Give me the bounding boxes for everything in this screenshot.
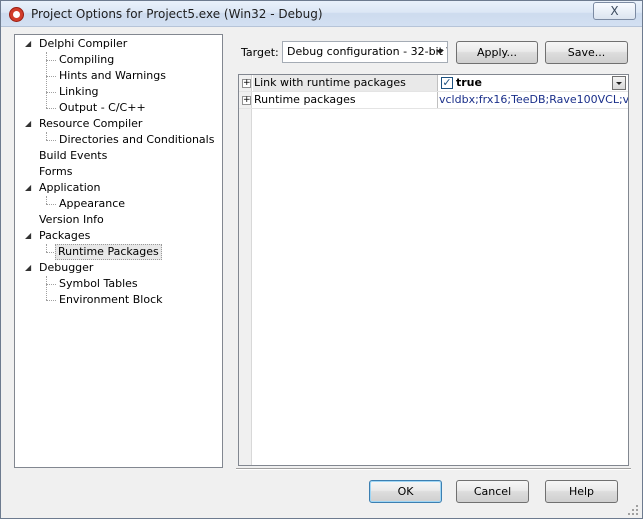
tree-connector (46, 300, 56, 301)
tree-item-output-c-cpp[interactable]: Output - C/C++ (57, 100, 148, 116)
expanded-triangle-icon[interactable]: ◢ (25, 40, 33, 48)
chevron-down-icon (616, 82, 622, 85)
target-select-value: Debug configuration - 32-bit \ (287, 45, 448, 58)
column-divider[interactable] (437, 75, 438, 91)
property-name: Runtime packages (254, 93, 356, 106)
tree-item-packages[interactable]: Packages (37, 228, 92, 244)
tree-item-hints-and-warnings[interactable]: Hints and Warnings (57, 68, 168, 84)
tree-item-appearance[interactable]: Appearance (57, 196, 127, 212)
resize-grip[interactable] (628, 505, 640, 517)
tree-item-directories-and-conditionals[interactable]: Directories and Conditionals (57, 132, 216, 148)
tree-item-runtime-packages[interactable]: Runtime Packages (55, 244, 162, 260)
help-button[interactable]: Help (545, 480, 618, 503)
tree-connector (46, 132, 47, 140)
tree-connector (46, 140, 56, 141)
target-label: Target: (241, 46, 279, 59)
checkmark-icon[interactable]: ✓ (441, 77, 453, 89)
expanded-triangle-icon[interactable]: ◢ (25, 232, 33, 240)
property-row-link-with-runtime-packages[interactable]: + Link with runtime packages ✓ true (239, 75, 628, 91)
property-row-runtime-packages[interactable]: + Runtime packages vcldbx;frx16;TeeDB;Ra… (239, 92, 628, 108)
tree-connector (46, 276, 47, 300)
tree-item-resource-compiler[interactable]: Resource Compiler (37, 116, 144, 132)
property-value[interactable]: vcldbx;frx16;TeeDB;Rave100VCL;vclib (439, 92, 628, 108)
property-name: Link with runtime packages (253, 75, 437, 91)
tree-item-symbol-tables[interactable]: Symbol Tables (57, 276, 140, 292)
tree-item-application[interactable]: Application (37, 180, 102, 196)
ok-button[interactable]: OK (369, 480, 442, 503)
tree-connector (46, 196, 47, 204)
plus-box-icon[interactable]: + (242, 96, 251, 105)
expanded-triangle-icon[interactable]: ◢ (25, 120, 33, 128)
tree-item-linking[interactable]: Linking (57, 84, 101, 100)
close-button[interactable]: X (593, 2, 636, 20)
property-value: true (456, 76, 482, 89)
chevron-down-icon[interactable] (436, 50, 444, 54)
window-title: Project Options for Project5.exe (Win32 … (31, 7, 323, 21)
tree-connector (46, 92, 56, 93)
tree-connector (46, 244, 47, 252)
project-options-dialog: Project Options for Project5.exe (Win32 … (0, 0, 643, 519)
apply-button[interactable]: Apply... (456, 41, 538, 64)
cancel-button[interactable]: Cancel (456, 480, 529, 503)
tree-item-forms[interactable]: Forms (37, 164, 74, 180)
footer-separator (236, 468, 631, 470)
tree-connector (46, 284, 56, 285)
delphi-app-icon (9, 7, 24, 22)
options-tree[interactable]: ◢ ◢ ◢ ◢ ◢ Delphi Compiler Compiling Hint… (14, 34, 223, 468)
tree-item-environment-block[interactable]: Environment Block (57, 292, 165, 308)
tree-item-compiling[interactable]: Compiling (57, 52, 116, 68)
tree-item-build-events[interactable]: Build Events (37, 148, 109, 164)
value-dropdown-button[interactable] (612, 76, 626, 90)
tree-connector (46, 60, 56, 61)
plus-box-icon[interactable]: + (242, 79, 251, 88)
grid-gutter (239, 75, 252, 465)
property-grid[interactable]: + Link with runtime packages ✓ true + Ru… (238, 74, 629, 466)
title-bar[interactable]: Project Options for Project5.exe (Win32 … (1, 1, 642, 27)
tree-connector (46, 76, 56, 77)
close-icon: X (610, 4, 619, 18)
tree-connector (46, 204, 56, 205)
tree-item-debugger[interactable]: Debugger (37, 260, 95, 276)
expanded-triangle-icon[interactable]: ◢ (25, 264, 33, 272)
save-button[interactable]: Save... (545, 41, 628, 64)
property-value-editor[interactable]: ✓ true (439, 75, 628, 91)
tree-item-version-info[interactable]: Version Info (37, 212, 106, 228)
expanded-triangle-icon[interactable]: ◢ (25, 184, 33, 192)
tree-item-delphi-compiler[interactable]: Delphi Compiler (37, 36, 129, 52)
target-configuration-select[interactable]: Debug configuration - 32-bit \ (282, 41, 448, 63)
tree-connector (46, 108, 56, 109)
row-separator (239, 108, 628, 109)
column-divider[interactable] (437, 92, 438, 108)
